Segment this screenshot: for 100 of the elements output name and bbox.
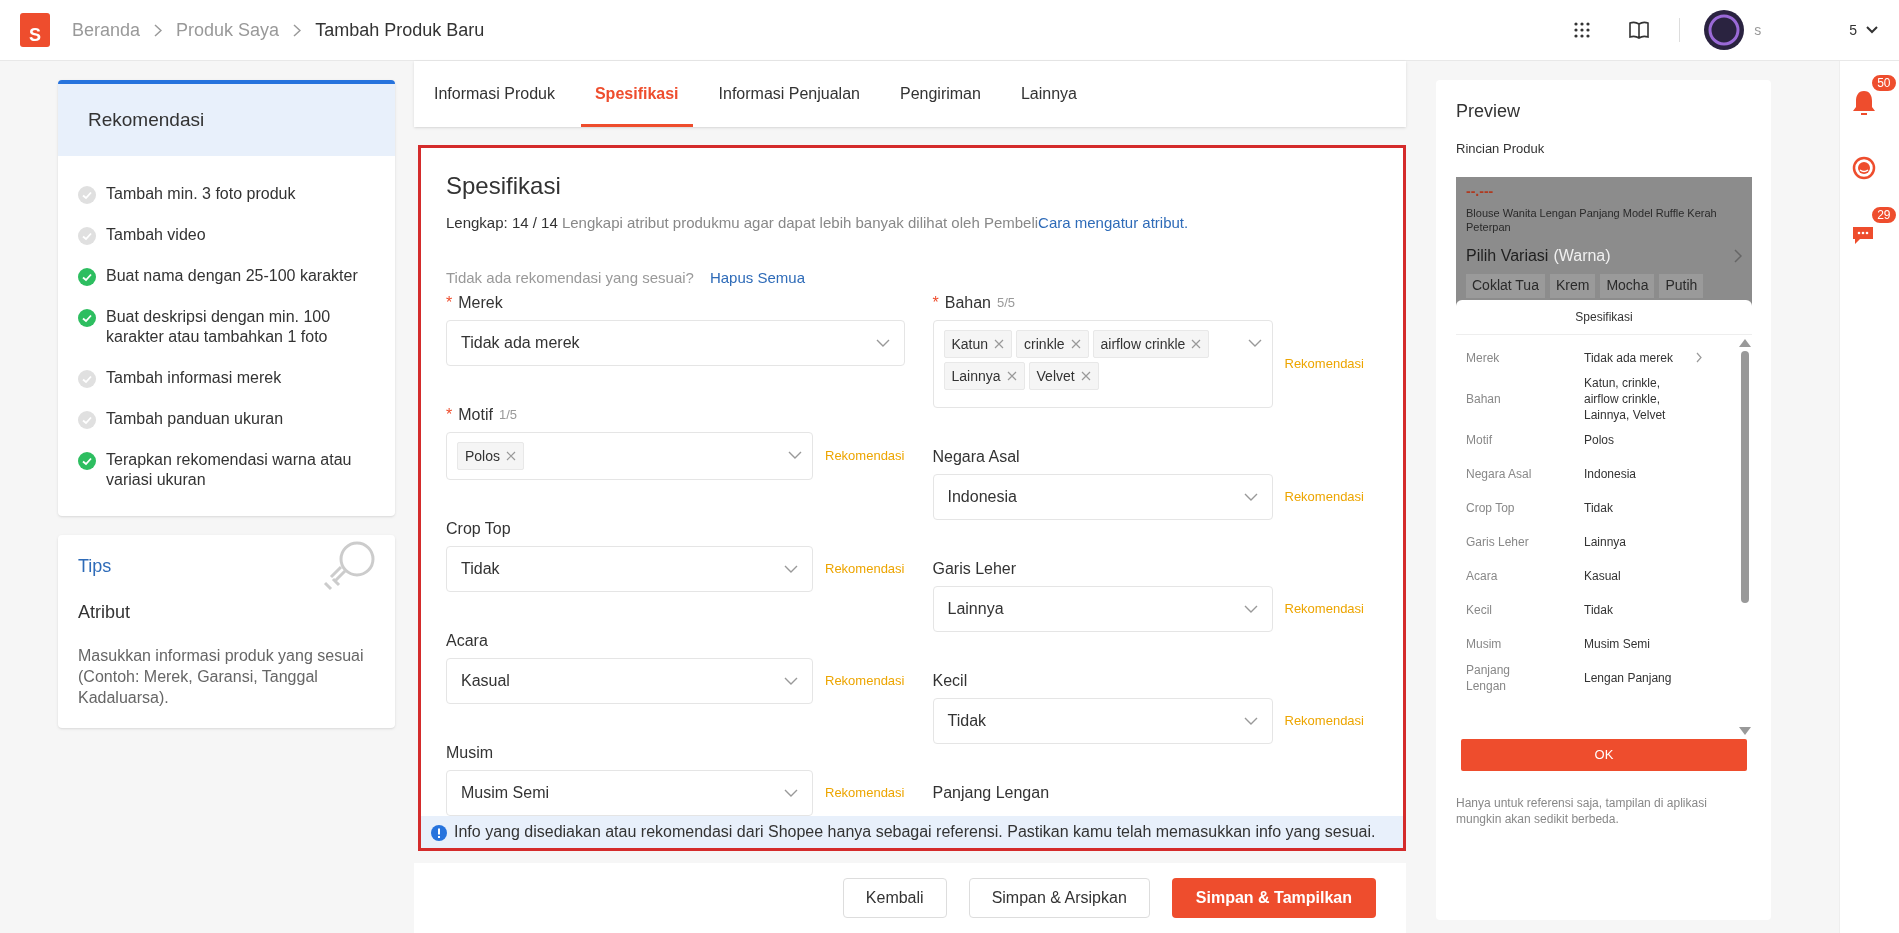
count-text: 5/5 [997,294,1016,313]
spec-label: Kecil [1466,601,1493,618]
variation-chip: Mocha [1600,273,1655,298]
chevron-right-icon [1734,248,1742,263]
tag: Velvet [1028,362,1099,390]
multi-select-field[interactable]: Katun crinkle airflow crinkle Lainnya Velvet [932,320,1273,408]
spec-label: Musim [1466,635,1503,652]
chevron-down-icon [784,564,798,574]
tab[interactable]: Pengiriman [885,61,995,127]
notification-badge: 50 [1870,73,1898,93]
tips-label: Tips [78,555,113,578]
user-name[interactable]: 5 [1849,19,1857,41]
scrollbar-thumb[interactable] [1741,350,1749,603]
spec-value: Tidak [1584,601,1614,618]
recommendation-item: Tambah informasi merek [106,368,282,388]
tab[interactable]: Spesifikasi [580,61,693,127]
remove-icon[interactable] [1080,371,1091,381]
select-field[interactable]: Kasual [446,658,813,704]
recommendation-item: Terapkan rekomendasi warna atau variasi ukuran [106,450,353,490]
field-label: Merek [458,293,503,313]
spec-label: Motif [1466,431,1493,448]
chevron-down-icon[interactable] [1865,25,1879,35]
tag: Polos [457,442,525,470]
tag: crinkle [1016,330,1089,358]
spec-label: Garis Leher [1466,533,1530,550]
field-label: Acara [446,631,488,651]
chevron-down-icon [875,338,890,348]
price-text: --.--- [1466,181,1495,201]
field-label: Motif [458,405,493,425]
publish-button[interactable]: Simpan & Tampilkan [1171,878,1376,918]
select-field[interactable]: Lainnya [932,586,1273,632]
chevron-down-icon [788,451,802,460]
chevron-down-icon [1243,716,1258,726]
field-label: Bahan [944,293,991,313]
chevron-down-icon [784,676,798,686]
shopee-logo[interactable]: S [20,13,50,47]
variation-hint: (Warna) [1553,245,1611,266]
book-icon[interactable] [1629,21,1650,39]
recommendation-item: Buat deskripsi dengan min. 100 karakter atau tambahkan 1 foto [106,307,332,347]
count-text: 1/5 [498,406,517,425]
select-field[interactable]: Tidak [446,546,813,592]
recommendation-item: Tambah min. 3 foto produk [106,184,296,204]
required-mark: * [446,293,453,313]
avatar[interactable] [1704,10,1745,50]
spec-label: Bahan [1466,390,1502,407]
field-label: Garis Leher [932,559,1017,579]
preview-note: Hanya untuk referensi saja, tampilan di aplikasi mungkin akan sedikit berbeda. [1456,794,1708,827]
select-field[interactable]: Tidak ada merek [446,320,905,366]
breadcrumb-link[interactable]: Tambah Produk Baru [315,16,485,44]
progress-text: Lengkap: 14 / 14 [446,214,558,231]
scroll-down-icon[interactable] [1739,726,1751,735]
required-mark: * [446,405,453,425]
remove-icon[interactable] [1006,371,1017,381]
variation-chip: Krem [1549,273,1596,298]
product-name: Blouse Wanita Lengan Panjang Model Ruffle Kerah Peterpan [1466,205,1718,234]
remove-icon[interactable] [994,339,1005,349]
help-link[interactable]: Cara mengatur atribut. [1038,214,1189,231]
tab[interactable]: Lainnya [1006,61,1091,127]
remove-icon[interactable] [506,451,517,461]
tab[interactable]: Informasi Produk [420,61,569,127]
spec-value: Tidak [1584,499,1614,516]
tab[interactable]: Informasi Penjualan [704,61,874,127]
secondary-button[interactable]: Kembali [842,878,947,918]
remove-icon[interactable] [1070,339,1081,349]
spec-value: Musim Semi [1584,635,1651,652]
select-field[interactable]: Tidak [932,698,1273,744]
spec-value: Lainnya [1584,533,1628,550]
lightbulb-icon [321,539,377,593]
remove-icon[interactable] [1191,339,1202,349]
recommendation-item: Tambah panduan ukuran [106,409,284,429]
chevron-down-icon [784,788,798,798]
spec-label: Merek [1466,349,1501,366]
ok-button[interactable]: OK [1461,738,1747,771]
variation-label: Pilih Variasi [1466,245,1549,266]
apps-grid-icon[interactable] [1573,21,1592,39]
clear-all-link[interactable]: Hapus Semua [709,266,805,289]
variation-chip: Coklat Tua [1466,273,1545,298]
card-title: Rekomendasi [88,107,205,132]
required-mark: * [932,293,939,313]
spec-label: Crop Top [1466,499,1516,516]
preview-subtitle: Rincian Produk [1456,140,1546,158]
spec-value: Tidak ada merek [1584,349,1674,366]
select-field[interactable]: Indonesia [932,474,1273,520]
chevron-right-icon [293,23,302,37]
spec-value: Kasual [1584,567,1622,584]
select-field[interactable]: Musim Semi [446,770,813,816]
info-text: Info yang disediakan atau rekomendasi dari Shopee hanya sebagai referensi. Pastikan kamu telah memasukkan info yang sesuai. [454,822,1376,842]
scroll-up-icon[interactable] [1739,338,1751,347]
spec-value: Katun, crinkle, airflow crinkle, Lainnya, Velvet [1584,374,1667,423]
spec-label: Acara [1466,567,1499,584]
recommendation-item: Buat nama dengan 25-100 karakter [106,266,358,286]
spec-value: Lengan Panjang [1584,669,1673,686]
tag: Lainnya [943,362,1025,390]
multi-select-field[interactable]: Polos [446,432,813,480]
tips-title: Atribut [78,601,132,624]
spec-label: Negara Asal [1466,465,1533,482]
field-label: Panjang Lengan [932,783,1050,803]
section-title: Spesifikasi [446,171,562,201]
secondary-button[interactable]: Simpan & Arsipkan [968,878,1150,918]
chevron-right-icon[interactable] [1696,352,1702,363]
